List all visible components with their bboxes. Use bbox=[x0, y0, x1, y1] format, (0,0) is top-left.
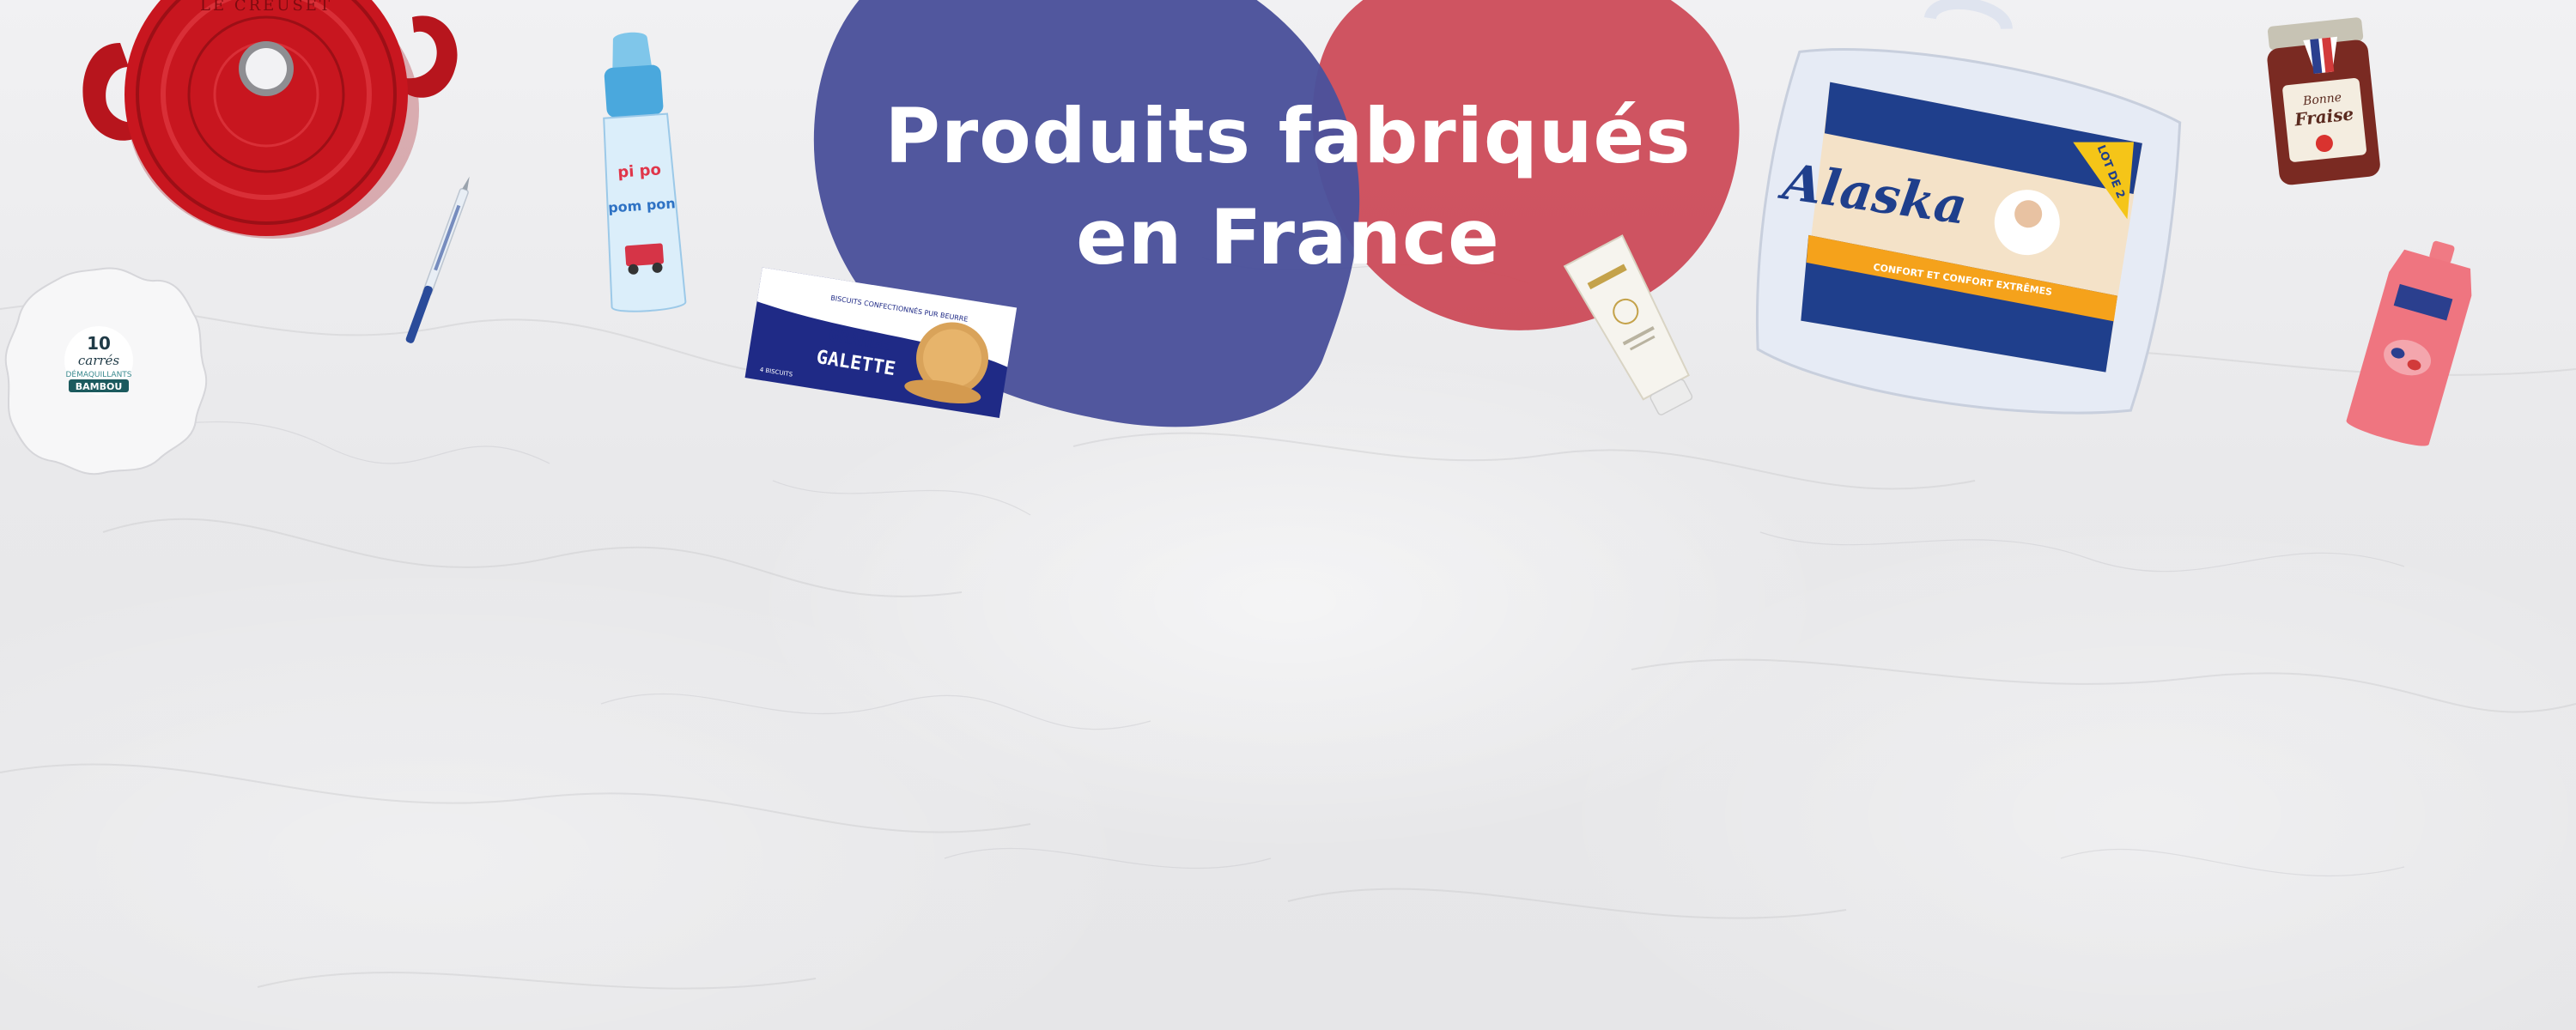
biscuits-product[interactable]: BISCUITS CONFECTIONNÉS PUR BEURRE GRANDE… bbox=[743, 262, 1026, 433]
baby-bottle-icon: pi po pom pon bbox=[603, 32, 687, 312]
cocotte-brand: LE CREUSET bbox=[200, 0, 332, 15]
banner-canvas: Produits fabriqués en France 10 carrés D… bbox=[0, 0, 2576, 1030]
headline-line-1: Produits fabriqués bbox=[884, 92, 1692, 180]
pillow-product[interactable]: Alaska CONFORT ET CONFORT EXTRÊMES LOT D… bbox=[1743, 0, 2198, 446]
biscuit-box-icon: BISCUITS CONFECTIONNÉS PUR BEURRE GRANDE… bbox=[744, 267, 1018, 418]
baby-bottle-product[interactable]: pi po pom pon bbox=[575, 30, 704, 322]
cotton-pads-count: 10 bbox=[87, 333, 111, 354]
pen-product[interactable] bbox=[402, 176, 471, 365]
cotton-pads-word1: carrés bbox=[78, 353, 120, 368]
pillow-pack-icon: Alaska CONFORT ET CONFORT EXTRÊMES LOT D… bbox=[1755, 0, 2182, 415]
cotton-pads-word2: DÉMAQUILLANTS bbox=[65, 369, 131, 379]
cream-tube-icon bbox=[1563, 234, 1693, 415]
ballpoint-pen-icon bbox=[405, 176, 470, 343]
jam-jar-icon: Bonne Fraise bbox=[2267, 17, 2380, 185]
paint-bottle-product[interactable] bbox=[2318, 227, 2490, 459]
cotton-pads-word3: BAMBOU bbox=[76, 381, 123, 392]
cotton-pads-product[interactable]: 10 carrés DÉMAQUILLANTS BAMBOU bbox=[0, 262, 215, 476]
jam-jar-product[interactable]: Bonne Fraise bbox=[2250, 13, 2396, 193]
paint-bottle-icon bbox=[2346, 240, 2472, 446]
cream-tube-product[interactable] bbox=[1550, 232, 1722, 429]
cotton-pads-icon: 10 carrés DÉMAQUILLANTS BAMBOU bbox=[4, 267, 208, 476]
baby-bottle-line1: pi po bbox=[617, 161, 662, 181]
